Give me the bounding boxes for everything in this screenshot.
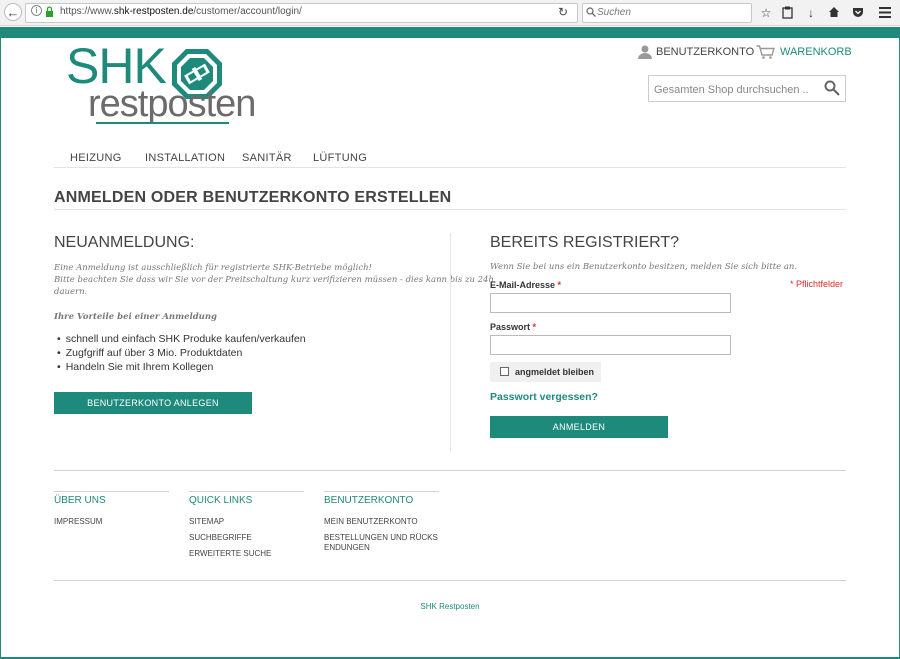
remember-me-label: angmeldet bleiben bbox=[515, 367, 595, 377]
lock-icon bbox=[46, 6, 53, 17]
nav-item-lueftung[interactable]: LÜFTUNG bbox=[313, 152, 367, 164]
footer-link-orders-returns-cont[interactable]: ENDUNGEN bbox=[324, 543, 370, 553]
footer-column-rule bbox=[324, 491, 439, 492]
footer-link-search-terms[interactable]: SUCHBEGRIFFE bbox=[189, 533, 252, 543]
back-arrow-icon[interactable]: ← bbox=[4, 3, 22, 21]
browser-search-placeholder: Suchen bbox=[597, 7, 631, 18]
registered-intro: Wenn Sie bei uns ein Benutzerkonto besit… bbox=[490, 262, 798, 272]
email-field[interactable] bbox=[490, 293, 731, 313]
url-text: https://www.shk-restposten.de/customer/a… bbox=[60, 6, 302, 17]
home-icon[interactable] bbox=[828, 6, 840, 18]
search-icon[interactable] bbox=[824, 80, 840, 96]
footer-divider bbox=[54, 470, 846, 471]
required-fields-note: * Pflichtfelder bbox=[790, 279, 844, 289]
logo-text-bottom: restposten bbox=[88, 83, 256, 125]
benefits-title: Ihre Vorteile bei einer Anmeldung bbox=[54, 312, 217, 322]
footer-heading-account: BENUTZERKONTO bbox=[324, 495, 414, 506]
footer-link-impressum[interactable]: IMPRESSUM bbox=[54, 517, 102, 527]
new-customer-heading: NEUANMELDUNG: bbox=[54, 234, 195, 251]
star-icon[interactable]: ☆ bbox=[758, 5, 774, 21]
forgot-password-link[interactable]: Passwort vergessen? bbox=[490, 391, 598, 403]
benefit-item: Handeln Sie mit Ihrem Kollegen bbox=[57, 361, 214, 373]
download-icon[interactable]: ↓ bbox=[803, 5, 819, 21]
nav-item-sanitaer[interactable]: SANITÄR bbox=[242, 152, 292, 164]
info-icon[interactable]: i bbox=[31, 5, 42, 16]
footer-heading-quicklinks: QUICK LINKS bbox=[189, 495, 253, 506]
footer-column-rule bbox=[189, 491, 304, 492]
logo-underline bbox=[96, 122, 229, 124]
reload-icon[interactable]: ↻ bbox=[558, 5, 568, 19]
footer-column-rule bbox=[54, 491, 169, 492]
title-divider bbox=[54, 209, 846, 210]
benefit-item: Zugfgriff auf über 3 Mio. Produktdaten bbox=[57, 347, 243, 359]
footer-link-orders-returns[interactable]: BESTELLUNGEN UND RÜCKS bbox=[324, 533, 438, 543]
footer-divider-bottom bbox=[54, 580, 846, 581]
column-divider bbox=[450, 233, 451, 451]
footer-heading-about: ÜBER UNS bbox=[54, 495, 106, 506]
footer-link-my-account[interactable]: MEIN BENUTZERKONTO bbox=[324, 517, 418, 527]
new-customer-intro-line: Bitte beachten Sie dass wir Sie vor der … bbox=[54, 275, 494, 285]
new-customer-intro-line: Eine Anmeldung ist ausschließlich für re… bbox=[54, 263, 372, 273]
footer-link-advanced-search[interactable]: ERWEITERTE SUCHE bbox=[189, 549, 271, 559]
page-title: ANMELDEN ODER BENUTZERKONTO ERSTELLEN bbox=[54, 189, 452, 206]
cart-label: WARENKORB bbox=[780, 46, 852, 58]
pocket-icon[interactable] bbox=[852, 6, 864, 18]
copyright-text: SHK Restposten bbox=[420, 602, 480, 611]
search-icon bbox=[586, 7, 596, 17]
shop-search-placeholder: Gesamten Shop durchsuchen .. bbox=[654, 84, 809, 96]
account-link[interactable]: BENUTZERKONTO bbox=[638, 45, 754, 59]
remember-me-checkbox[interactable] bbox=[500, 367, 509, 376]
create-account-button[interactable]: BENUTZERKONTO ANLEGEN bbox=[54, 392, 252, 414]
footer-link-sitemap[interactable]: SITEMAP bbox=[189, 517, 224, 527]
nav-item-heizung[interactable]: HEIZUNG bbox=[70, 152, 122, 164]
benefit-item: schnell und einfach SHK Produke kaufen/v… bbox=[57, 333, 306, 345]
clipboard-icon[interactable] bbox=[782, 6, 793, 19]
cart-icon bbox=[756, 45, 775, 59]
password-label: Passwort * bbox=[490, 322, 537, 332]
menu-icon[interactable] bbox=[879, 7, 891, 18]
user-icon bbox=[638, 45, 652, 59]
password-field[interactable] bbox=[490, 335, 731, 355]
cart-link[interactable]: WARENKORB bbox=[756, 45, 852, 59]
account-label: BENUTZERKONTO bbox=[656, 46, 755, 58]
new-customer-intro-line: dauern. bbox=[54, 287, 88, 297]
frame-border-left bbox=[0, 38, 1, 659]
nav-item-installation[interactable]: INSTALLATION bbox=[145, 152, 225, 164]
nav-divider bbox=[54, 167, 846, 168]
registered-heading: BEREITS REGISTRIERT? bbox=[490, 234, 680, 251]
login-button[interactable]: ANMELDEN bbox=[490, 416, 668, 438]
top-accent-bar bbox=[0, 27, 900, 38]
email-label: E-Mail-Adresse * bbox=[490, 280, 562, 290]
